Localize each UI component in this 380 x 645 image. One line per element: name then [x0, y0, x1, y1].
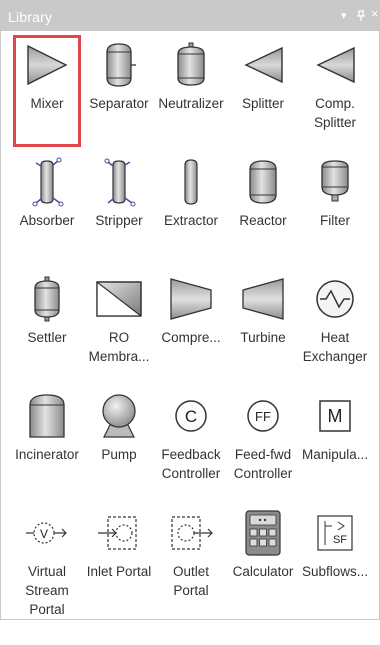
dropdown-icon[interactable]: ▾: [341, 10, 347, 22]
library-panel: Library ▾ × Mixer Separator Neutralizer …: [0, 0, 380, 620]
manipulator-glyph: M: [328, 406, 343, 426]
outlet-portal-icon: [166, 508, 216, 558]
library-item-label: Feed-fwd Controller: [233, 447, 293, 481]
library-item-comp-splitter[interactable]: Comp. Splitter: [299, 35, 371, 152]
virtual-stream-glyph: V: [40, 527, 48, 541]
panel-title: Library: [8, 9, 53, 25]
library-item-label: Mixer: [30, 96, 64, 111]
virtual-stream-portal-icon: V: [22, 508, 72, 558]
library-item-label: Comp. Splitter: [313, 96, 357, 130]
library-item-splitter[interactable]: Splitter: [227, 35, 299, 152]
library-item-label: Turbine: [240, 330, 286, 345]
library-item-feedforward-controller[interactable]: FF Feed-fwd Controller: [227, 386, 299, 503]
compressor-icon: [166, 274, 216, 324]
library-item-label: Manipula...: [301, 447, 369, 462]
library-item-stripper[interactable]: Stripper: [83, 152, 155, 269]
library-item-feedback-controller[interactable]: C Feedback Controller: [155, 386, 227, 503]
library-item-label: Pump: [101, 447, 137, 462]
library-item-absorber[interactable]: Absorber: [11, 152, 83, 269]
library-item-label: Virtual Stream Portal: [25, 564, 69, 617]
library-item-separator[interactable]: Separator: [83, 35, 155, 152]
inlet-portal-icon: [94, 508, 144, 558]
neutralizer-icon: [166, 40, 216, 90]
library-item-filter[interactable]: Filter: [299, 152, 371, 269]
comp-splitter-icon: [310, 40, 360, 90]
library-item-label: Reactor: [239, 213, 287, 228]
close-icon[interactable]: ×: [371, 7, 379, 20]
library-item-outlet-portal[interactable]: Outlet Portal: [155, 503, 227, 645]
library-item-label: Subflows...: [301, 564, 369, 579]
incinerator-icon: [22, 391, 72, 441]
panel-titlebar: Library ▾ ×: [1, 1, 380, 31]
library-item-label: Feedback Controller: [161, 447, 221, 481]
library-item-label: Settler: [27, 330, 67, 345]
mixer-icon: [22, 40, 72, 90]
feedback-controller-glyph: C: [185, 407, 197, 426]
turbine-icon: [238, 274, 288, 324]
library-item-label: Compre...: [161, 330, 221, 345]
subflows-glyph: SF: [333, 534, 347, 546]
library-item-label: Splitter: [241, 96, 285, 111]
library-item-extractor[interactable]: Extractor: [155, 152, 227, 269]
settler-icon: [22, 274, 72, 324]
library-item-reactor[interactable]: Reactor: [227, 152, 299, 269]
reactor-icon: [238, 157, 288, 207]
feedforward-controller-icon: FF: [238, 391, 288, 441]
library-item-label: Calculator: [232, 564, 294, 579]
filter-icon: [310, 157, 360, 207]
library-item-label: Separator: [89, 96, 149, 111]
library-item-virtual-stream-portal[interactable]: V Virtual Stream Portal: [11, 503, 83, 645]
library-item-label: Inlet Portal: [86, 564, 152, 579]
library-item-label: RO Membra...: [88, 330, 150, 364]
library-item-calculator[interactable]: Calculator: [227, 503, 299, 645]
feedforward-controller-glyph: FF: [255, 409, 271, 424]
library-item-label: Heat Exchanger: [302, 330, 368, 364]
library-item-label: Filter: [320, 213, 350, 228]
library-item-label: Absorber: [19, 213, 75, 228]
library-item-neutralizer[interactable]: Neutralizer: [155, 35, 227, 152]
library-item-label: Outlet Portal: [172, 564, 210, 598]
library-item-mixer[interactable]: Mixer: [11, 35, 83, 152]
library-item-turbine[interactable]: Turbine: [227, 269, 299, 386]
library-grid: Mixer Separator Neutralizer Splitter Com…: [11, 35, 371, 645]
library-item-label: Incinerator: [15, 447, 79, 462]
manipulator-icon: M: [310, 391, 360, 441]
library-item-incinerator[interactable]: Incinerator: [11, 386, 83, 503]
calculator-icon: [238, 508, 288, 558]
library-item-pump[interactable]: Pump: [83, 386, 155, 503]
library-item-label: Neutralizer: [158, 96, 224, 111]
pin-icon[interactable]: [357, 10, 365, 21]
library-item-ro-membrane[interactable]: RO Membra...: [83, 269, 155, 386]
separator-icon: [94, 40, 144, 90]
subflows-icon: SF: [310, 508, 360, 558]
library-item-label: Extractor: [163, 213, 218, 228]
library-item-settler[interactable]: Settler: [11, 269, 83, 386]
library-item-compressor[interactable]: Compre...: [155, 269, 227, 386]
feedback-controller-icon: C: [166, 391, 216, 441]
pump-icon: [94, 391, 144, 441]
library-item-manipulator[interactable]: M Manipula...: [299, 386, 371, 503]
splitter-icon: [238, 40, 288, 90]
library-item-inlet-portal[interactable]: Inlet Portal: [83, 503, 155, 645]
library-item-subflows[interactable]: SF Subflows...: [299, 503, 371, 645]
library-item-heat-exchanger[interactable]: Heat Exchanger: [299, 269, 371, 386]
extractor-icon: [166, 157, 216, 207]
ro-membrane-icon: [94, 274, 144, 324]
heat-exchanger-icon: [310, 274, 360, 324]
library-item-label: Stripper: [95, 213, 143, 228]
stripper-icon: [94, 157, 144, 207]
absorber-icon: [22, 157, 72, 207]
